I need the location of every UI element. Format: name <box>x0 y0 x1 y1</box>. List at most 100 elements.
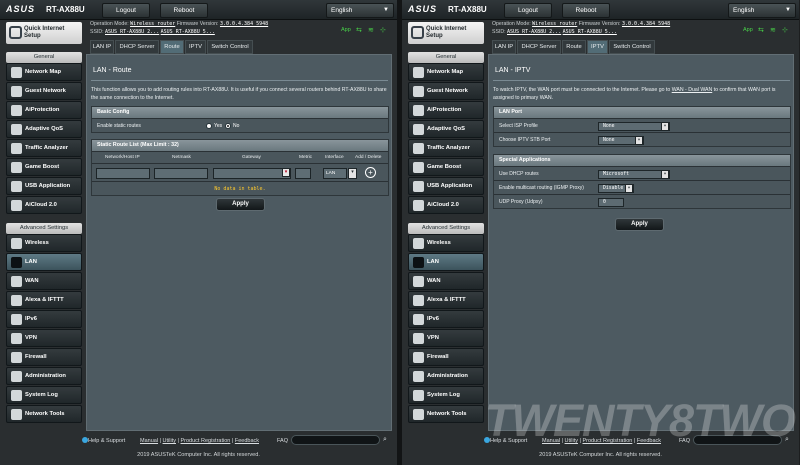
app-link[interactable]: App <box>743 27 753 33</box>
network-status-icon[interactable]: ⊹ <box>782 26 788 34</box>
tab-iptv[interactable]: IPTV <box>185 40 206 54</box>
ssid-5g[interactable]: ASUS RT-AX88U 5... <box>161 29 215 35</box>
language-select[interactable]: English ▼ <box>728 3 796 18</box>
sidebar-item-game-boost[interactable]: Game Boost <box>6 158 82 176</box>
ssid-5g[interactable]: ASUS RT-AX88U 5... <box>563 29 617 35</box>
sidebar-item-firewall[interactable]: Firewall <box>408 348 484 366</box>
add-route-button[interactable]: + <box>365 167 376 178</box>
sidebar-item-wan[interactable]: WAN <box>408 272 484 290</box>
sidebar-item-traffic-analyzer[interactable]: Traffic Analyzer <box>408 139 484 157</box>
feedback-link[interactable]: Feedback <box>235 438 259 444</box>
firmware-value[interactable]: 3.0.0.4.384_5948 <box>622 21 670 27</box>
sidebar-item-usb-application[interactable]: USB Application <box>6 177 82 195</box>
tools-icon <box>11 409 22 420</box>
app-link[interactable]: App <box>341 27 351 33</box>
sidebar-item-network-map[interactable]: Network Map <box>408 63 484 81</box>
dhcp-routes-select[interactable]: Microsoft ▾ <box>598 170 670 179</box>
tab-dhcp-server[interactable]: DHCP Server <box>517 40 561 54</box>
metric-input[interactable] <box>295 168 311 179</box>
sidebar-item-vpn[interactable]: VPN <box>408 329 484 347</box>
gateway-dropdown-icon[interactable]: ▾ <box>282 168 290 177</box>
apply-button[interactable]: Apply <box>216 198 265 211</box>
tab-iptv[interactable]: IPTV <box>587 40 608 54</box>
sidebar-item-ipv6[interactable]: IPv6 <box>408 310 484 328</box>
sidebar-item-aicloud[interactable]: AiCloud 2.0 <box>6 196 82 214</box>
network-map-icon <box>413 67 424 78</box>
sidebar-item-lan[interactable]: LAN <box>6 253 82 271</box>
tab-switch-control[interactable]: Switch Control <box>609 40 655 54</box>
sidebar-item-network-tools[interactable]: Network Tools <box>6 405 82 423</box>
sidebar-item-administration[interactable]: Administration <box>6 367 82 385</box>
sidebar-item-alexa-ifttt[interactable]: Alexa & IFTTT <box>6 291 82 309</box>
apply-button[interactable]: Apply <box>615 218 664 231</box>
gateway-input[interactable]: ▾ <box>213 168 291 179</box>
sidebar-item-ipv6[interactable]: IPv6 <box>6 310 82 328</box>
logout-button[interactable]: Logout <box>504 3 552 18</box>
op-mode-value[interactable]: Wireless router <box>130 21 175 27</box>
sidebar-item-network-tools[interactable]: Network Tools <box>408 405 484 423</box>
sidebar-item-wireless[interactable]: Wireless <box>6 234 82 252</box>
sidebar-item-wireless[interactable]: Wireless <box>408 234 484 252</box>
logout-button[interactable]: Logout <box>102 3 150 18</box>
stb-port-select[interactable]: None ▾ <box>598 136 644 145</box>
static-route-table: Static Route List (Max Limit : 32) Netwo… <box>91 139 389 196</box>
tab-lan-ip[interactable]: LAN IP <box>492 40 516 54</box>
firmware-value[interactable]: 3.0.0.4.384_5948 <box>220 21 268 27</box>
sidebar-item-label: WAN <box>25 278 39 284</box>
sidebar-item-aiprotection[interactable]: AiProtection <box>6 101 82 119</box>
language-select[interactable]: English ▼ <box>326 3 394 18</box>
sidebar-item-network-map[interactable]: Network Map <box>6 63 82 81</box>
quick-internet-setup-button[interactable]: Quick Internet Setup <box>6 22 82 44</box>
sidebar-item-usb-application[interactable]: USB Application <box>408 177 484 195</box>
sidebar-item-game-boost[interactable]: Game Boost <box>408 158 484 176</box>
sidebar-item-wan[interactable]: WAN <box>6 272 82 290</box>
netmask-input[interactable] <box>154 168 208 179</box>
reboot-button[interactable]: Reboot <box>160 3 208 18</box>
usb-status-icon[interactable]: ⇆ <box>758 26 764 34</box>
sidebar-item-administration[interactable]: Administration <box>408 367 484 385</box>
sidebar-item-label: USB Application <box>25 183 71 189</box>
sidebar-item-traffic-analyzer[interactable]: Traffic Analyzer <box>6 139 82 157</box>
search-icon[interactable]: ⌕ <box>383 436 387 444</box>
utility-link[interactable]: Utility <box>163 438 176 444</box>
reboot-button[interactable]: Reboot <box>562 3 610 18</box>
interface-select[interactable]: LAN ▾ <box>323 168 357 179</box>
sidebar-item-adaptive-qos[interactable]: Adaptive QoS <box>6 120 82 138</box>
sidebar-item-aiprotection[interactable]: AiProtection <box>408 101 484 119</box>
sidebar-item-aicloud[interactable]: AiCloud 2.0 <box>408 196 484 214</box>
usb-status-icon[interactable]: ⇆ <box>356 26 362 34</box>
ssid-2g[interactable]: ASUS RT-AX88U 2... <box>105 29 159 35</box>
quick-internet-setup-button[interactable]: Quick Internet Setup <box>408 22 484 44</box>
sidebar-item-lan[interactable]: LAN <box>408 253 484 271</box>
sidebar-item-firewall[interactable]: Firewall <box>6 348 82 366</box>
yes-radio[interactable] <box>206 123 212 129</box>
tab-route[interactable]: Route <box>562 40 586 54</box>
network-host-ip-input[interactable] <box>96 168 150 179</box>
wifi-status-icon[interactable]: ≋ <box>368 26 374 34</box>
sidebar-item-vpn[interactable]: VPN <box>6 329 82 347</box>
wan-dual-wan-link[interactable]: WAN - Dual WAN <box>672 87 713 93</box>
sidebar-item-guest-network[interactable]: Guest Network <box>6 82 82 100</box>
sidebar-item-system-log[interactable]: System Log <box>6 386 82 404</box>
no-radio[interactable] <box>225 123 231 129</box>
faq-search-input[interactable] <box>291 435 380 445</box>
sidebar-item-adaptive-qos[interactable]: Adaptive QoS <box>408 120 484 138</box>
udp-proxy-input[interactable]: 0 <box>598 198 624 207</box>
ssid-2g[interactable]: ASUS RT-AX88U 2... <box>507 29 561 35</box>
wifi-status-icon[interactable]: ≋ <box>770 26 776 34</box>
sidebar-item-system-log[interactable]: System Log <box>408 386 484 404</box>
network-status-icon[interactable]: ⊹ <box>380 26 386 34</box>
isp-profile-select[interactable]: None ▾ <box>598 122 670 131</box>
igmp-proxy-select[interactable]: Disable ▾ <box>598 184 634 193</box>
sidebar-item-guest-network[interactable]: Guest Network <box>408 82 484 100</box>
ssid-label: SSID: <box>90 28 104 35</box>
manual-link[interactable]: Manual <box>140 438 158 444</box>
op-mode-value[interactable]: Wireless router <box>532 21 577 27</box>
tab-route[interactable]: Route <box>160 40 184 54</box>
tab-dhcp-server[interactable]: DHCP Server <box>115 40 159 54</box>
product-registration-link[interactable]: Product Registration <box>181 438 231 444</box>
title-divider <box>91 80 388 81</box>
tab-switch-control[interactable]: Switch Control <box>207 40 253 54</box>
sidebar-item-alexa-ifttt[interactable]: Alexa & IFTTT <box>408 291 484 309</box>
tab-lan-ip[interactable]: LAN IP <box>90 40 114 54</box>
